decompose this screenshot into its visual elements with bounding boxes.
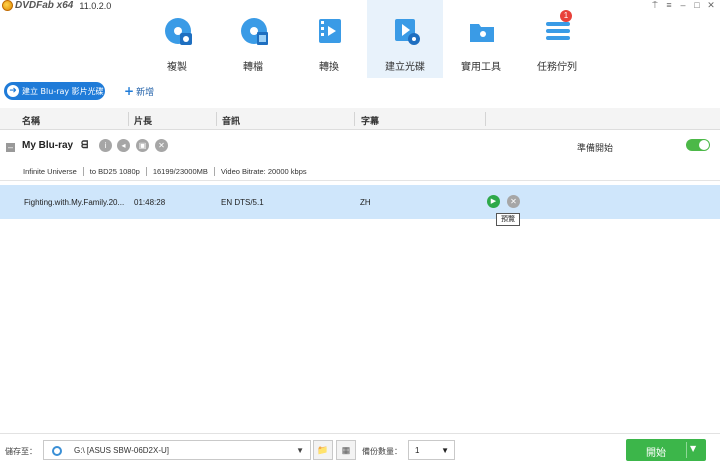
column-audio: 音訊	[222, 117, 241, 127]
app-name: DVDFab x64	[15, 0, 74, 11]
app-version: 11.0.2.0	[79, 0, 112, 11]
info-icon[interactable]: i	[99, 139, 112, 152]
converter-film-icon	[319, 19, 341, 43]
dvdfab-logo-icon	[2, 0, 13, 11]
add-source-button[interactable]: + 新增	[124, 84, 154, 98]
title-name: Fighting.with.My.Family.20...	[24, 198, 125, 207]
mode-task-queue[interactable]: 任務佇列	[519, 0, 595, 78]
create-bluray-label: 建立 Blu-ray 影片光碟	[22, 86, 104, 96]
toolbar: ➜ 建立 Blu-ray 影片光碟 + 新增	[0, 80, 720, 102]
create-bluray-button[interactable]: ➜ 建立 Blu-ray 影片光碟	[4, 82, 105, 100]
output-target-select[interactable]: G:\ [ASUS SBW-06D2X-U] ▼	[43, 440, 311, 460]
mode-converter[interactable]: 轉換	[291, 0, 367, 78]
chevron-down-icon: ▼	[441, 446, 449, 455]
mode-utilities[interactable]: 實用工具	[443, 0, 519, 78]
copy-disc-icon	[165, 18, 192, 45]
play-icon[interactable]: ▶	[487, 195, 500, 208]
mode-ripper[interactable]: 轉檔	[215, 0, 291, 78]
enable-toggle[interactable]	[686, 139, 710, 151]
copies-select[interactable]: 1 ▼	[408, 440, 455, 460]
add-source-label: 新增	[136, 88, 155, 98]
disc-row: – My Blu-ray ᗺ i ◂ ▣ ✕ 準備開始 Infinite Uni…	[0, 131, 720, 181]
preview-tooltip: 預覽	[496, 213, 520, 226]
mode-label: 轉換	[319, 62, 339, 73]
arrow-right-icon: ➜	[7, 85, 19, 97]
output-target-value: G:\ [ASUS SBW-06D2X-U]	[74, 446, 169, 455]
mode-label: 實用工具	[461, 62, 501, 73]
chevron-down-icon[interactable]: ▼	[690, 444, 696, 453]
back-icon[interactable]: ◂	[117, 139, 130, 152]
chevron-down-icon: ▼	[296, 446, 304, 455]
status-text: 準備開始	[577, 144, 614, 154]
column-name: 名稱	[22, 117, 41, 127]
info-output: to BD25 1080p	[82, 167, 146, 176]
settings-icon[interactable]: ▣	[136, 139, 149, 152]
column-divider	[128, 112, 129, 126]
remove-icon[interactable]: ✕	[155, 139, 168, 152]
info-size: 16199/23000MB	[145, 167, 214, 176]
column-divider	[485, 112, 486, 126]
utilities-folder-icon	[470, 24, 494, 42]
mode-creator[interactable]: 建立光碟	[367, 0, 443, 78]
bluray-logo-icon: ᗺ	[81, 140, 89, 151]
plus-icon: +	[124, 84, 135, 98]
mode-label: 任務佇列	[537, 62, 577, 73]
title-audio[interactable]: EN DTS/5.1	[221, 198, 264, 207]
title-length: 01:48:28	[134, 198, 166, 207]
app-logo: DVDFab x64 11.0.2.0	[2, 0, 111, 11]
mode-label: 建立光碟	[385, 62, 425, 73]
pin-icon[interactable]: ⍑	[648, 0, 662, 10]
window-controls: ⍑ ≡ – □ ✕	[648, 0, 718, 10]
disc-name: My Blu-ray	[22, 140, 74, 151]
minimize-button[interactable]: –	[676, 0, 690, 10]
copies-label: 備份數量：	[362, 447, 402, 456]
mode-label: 複製	[167, 62, 187, 73]
info-bitrate: Video Bitrate: 20000 kbps	[213, 167, 313, 176]
title-subtitle[interactable]: ZH	[360, 198, 371, 207]
collapse-button[interactable]: –	[6, 143, 15, 152]
save-to-label: 儲存至：	[5, 447, 37, 456]
mode-copy[interactable]: 複製	[139, 0, 215, 78]
ripper-disc-icon	[241, 18, 268, 45]
column-divider	[354, 112, 355, 126]
mode-label: 轉檔	[243, 62, 263, 73]
footer-bar: 儲存至： G:\ [ASUS SBW-06D2X-U] ▼ 📁 ▦ 備份數量： …	[0, 433, 720, 467]
start-label: 開始	[646, 448, 666, 459]
copies-value: 1	[415, 446, 420, 455]
start-button[interactable]: 開始 ▼	[626, 439, 706, 461]
column-divider	[216, 112, 217, 126]
creator-disc-icon	[395, 19, 420, 45]
browse-folder-button[interactable]: 📁	[313, 440, 333, 460]
close-button[interactable]: ✕	[704, 0, 718, 10]
task-queue-badge: 1	[560, 10, 572, 22]
start-divider	[686, 442, 687, 458]
disc-drive-icon	[52, 446, 62, 456]
disc-info: Infinite Universe to BD25 1080p 16199/23…	[23, 167, 313, 176]
remove-title-icon[interactable]: ✕	[507, 195, 520, 208]
column-header: 名稱 片長 音訊 字幕	[0, 108, 720, 130]
table-row[interactable]: Fighting.with.My.Family.20... 01:48:28 E…	[0, 185, 720, 219]
iso-button[interactable]: ▦	[336, 440, 356, 460]
info-title: Infinite Universe	[23, 167, 77, 176]
maximize-button[interactable]: □	[690, 0, 704, 10]
mode-bar: 複製 轉檔 轉換 建立光碟 實用工具 任務佇列	[139, 0, 595, 78]
column-length: 片長	[134, 117, 153, 127]
menu-icon[interactable]: ≡	[662, 0, 676, 10]
column-subtitle: 字幕	[361, 117, 380, 127]
